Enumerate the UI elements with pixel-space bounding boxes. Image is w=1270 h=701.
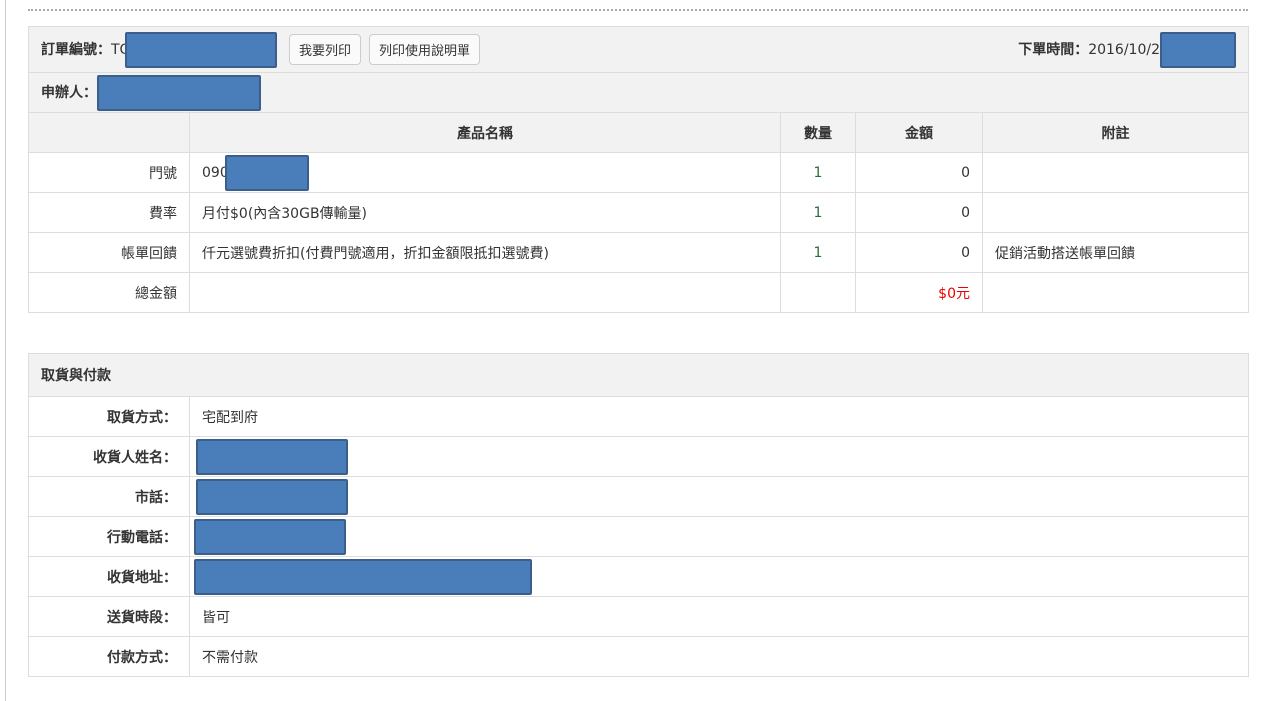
col-product: 產品名稱 <box>189 112 781 153</box>
order-time: 2016/10/2 <box>1088 41 1160 58</box>
redacted-landline <box>196 478 348 515</box>
redacted-number <box>224 154 309 191</box>
row-label: 門號 <box>28 152 190 193</box>
field-label: 取貨方式： <box>28 396 190 437</box>
page-border <box>5 0 6 701</box>
redacted-address <box>194 558 532 595</box>
redacted-applicant <box>97 74 261 111</box>
field-label: 行動電話： <box>28 516 190 557</box>
print-guide-button[interactable]: 列印使用說明單 <box>369 34 481 65</box>
note <box>982 192 1249 233</box>
table-row: 帳單回饋 仟元選號費折扣(付費門號適用，折扣金額限抵扣選號費) 1 0 促銷活動搭送帳單… <box>28 232 1249 273</box>
product-name: 月付$0(內含30GB傳輸量) <box>189 192 781 233</box>
qty: 1 <box>780 192 856 233</box>
field-label: 收貨人姓名： <box>28 436 190 477</box>
redacted-recipient-name <box>196 438 348 475</box>
field-label: 付款方式： <box>28 636 190 677</box>
redacted-mobile <box>194 518 346 555</box>
total-value: $0元 <box>855 272 983 313</box>
order-header-row: 訂單編號：TO 我要列印 列印使用說明單 下單時間：2016/10/2 <box>28 26 1249 73</box>
delivery-title: 取貨與付款 <box>28 353 1249 397</box>
field-label: 送貨時段： <box>28 596 190 637</box>
order-table: 訂單編號：TO 我要列印 列印使用說明單 下單時間：2016/10/2 申辦人： … <box>28 26 1249 313</box>
field-label: 收貨地址： <box>28 556 190 597</box>
print-button[interactable]: 我要列印 <box>289 34 362 65</box>
dotted-divider <box>28 9 1248 11</box>
table-row: 門號 090 1 0 <box>28 152 1249 193</box>
total-row: 總金額 $0元 <box>28 272 1249 313</box>
row-label: 帳單回饋 <box>28 232 190 273</box>
total-label: 總金額 <box>28 272 190 313</box>
amount: 0 <box>855 192 983 233</box>
delivery-time: 皆可 <box>189 596 1249 637</box>
amount: 0 <box>855 232 983 273</box>
delivery-table: 取貨與付款 取貨方式： 宅配到府 收貨人姓名： 市話： 行動電話： 收貨地址： 送… <box>28 353 1249 677</box>
note <box>982 152 1249 193</box>
applicant-label: 申辦人： <box>41 84 97 101</box>
row-label: 費率 <box>28 192 190 233</box>
col-qty: 數量 <box>780 112 856 153</box>
order-time-label: 下單時間： <box>1018 41 1089 58</box>
qty: 1 <box>780 152 856 193</box>
field-label: 市話： <box>28 476 190 517</box>
payment-method: 不需付款 <box>189 636 1249 677</box>
col-amount: 金額 <box>855 112 983 153</box>
pickup-method: 宅配到府 <box>189 396 1249 437</box>
col-note: 附註 <box>982 112 1249 153</box>
redacted-order-number <box>124 31 277 68</box>
qty: 1 <box>780 232 856 273</box>
note: 促銷活動搭送帳單回饋 <box>982 232 1249 273</box>
table-row: 費率 月付$0(內含30GB傳輸量) 1 0 <box>28 192 1249 233</box>
order-number-label: 訂單編號： <box>41 41 111 58</box>
product-name: 仟元選號費折扣(付費門號適用，折扣金額限抵扣選號費) <box>189 232 781 273</box>
amount: 0 <box>855 152 983 193</box>
redacted-order-time <box>1160 31 1236 68</box>
